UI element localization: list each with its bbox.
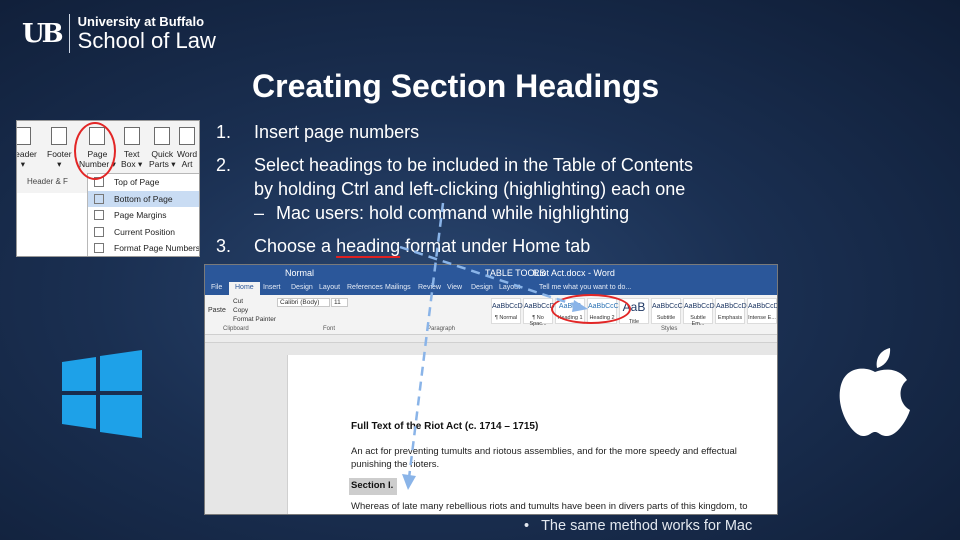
arrow-heading-to-styles	[399, 245, 579, 308]
footnote-bullet: •	[524, 518, 530, 534]
arrow-head-section	[402, 474, 416, 490]
footnote-text: The same method works for Mac	[541, 518, 753, 534]
footnote: • The same method works for Mac	[524, 518, 752, 534]
windows-logo-icon	[62, 350, 142, 438]
annotation-arrows	[399, 202, 588, 490]
apple-logo-icon	[839, 348, 910, 436]
arrow-highlight-to-section	[407, 202, 445, 479]
arrow-head-styles	[572, 300, 588, 312]
